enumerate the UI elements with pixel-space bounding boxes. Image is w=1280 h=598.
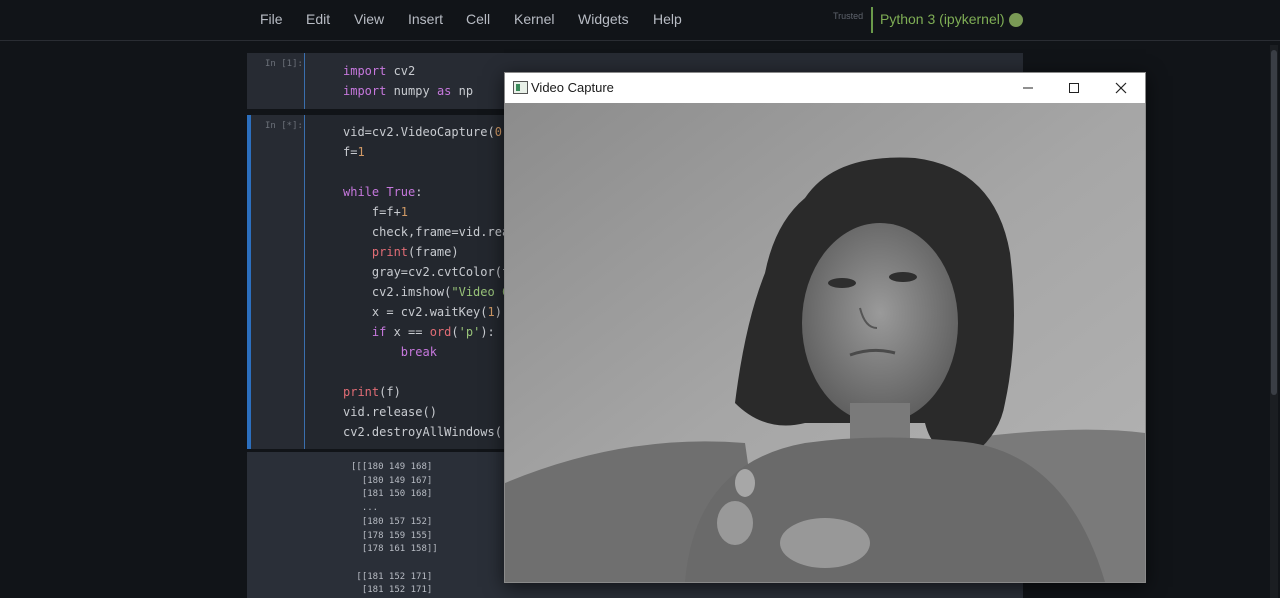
code-line: print(f)	[343, 385, 401, 399]
window-title: Video Capture	[531, 80, 614, 95]
output-line: [181 150 168]	[351, 489, 433, 500]
code-line: cv2.destroyAllWindows()	[343, 425, 510, 439]
code-line: print(frame)	[371, 245, 459, 259]
kernel-separator	[871, 7, 873, 33]
code-line: x = cv2.waitKey(1)	[343, 305, 502, 319]
webcam-image	[505, 103, 1145, 582]
video-frame	[505, 103, 1145, 582]
code-line: break	[400, 345, 437, 359]
menu-insert[interactable]: Insert	[408, 11, 443, 27]
output-line: ...	[351, 503, 379, 514]
code-line: f=1	[343, 145, 365, 159]
code-line: check,frame=vid.read(	[343, 225, 524, 239]
cell-prompt: In [*]:	[265, 121, 303, 131]
app-icon	[513, 81, 528, 94]
code-line: if x == ord('p'):	[371, 325, 495, 339]
output-line: [178 159 155]	[351, 530, 433, 541]
output-line: [180 149 167]	[351, 475, 433, 486]
menu-edit[interactable]: Edit	[306, 11, 330, 27]
output-line: [[[180 149 168]	[351, 462, 433, 472]
code-line: f=f+1	[343, 205, 409, 219]
minimize-button[interactable]	[1005, 73, 1051, 102]
cell-prompt: In [1]:	[265, 59, 303, 69]
kernel-name[interactable]: Python 3 (ipykernel)	[880, 11, 1005, 27]
maximize-button[interactable]	[1051, 73, 1097, 102]
close-icon	[1115, 82, 1127, 93]
output-line: [180 157 152]	[351, 516, 433, 527]
code-line: cv2.imshow("Video Cap	[343, 285, 524, 299]
scrollbar-thumb[interactable]	[1271, 50, 1277, 395]
menu-view[interactable]: View	[354, 11, 384, 27]
code-line: vid.release()	[343, 405, 437, 419]
menu-widgets[interactable]: Widgets	[578, 11, 629, 27]
output-line: [178 161 158]]	[351, 544, 438, 555]
selected-cell-indicator	[247, 115, 251, 449]
code-line: gray=cv2.cvtColor(fra	[343, 265, 524, 279]
trusted-indicator[interactable]: Trusted	[833, 11, 863, 21]
code-line: vid=cv2.VideoCapture(0)	[343, 125, 509, 139]
output-line: [[181 152 171]	[351, 571, 433, 582]
close-button[interactable]	[1098, 73, 1144, 102]
menu-kernel[interactable]: Kernel	[514, 11, 554, 27]
video-capture-window[interactable]: Video Capture	[504, 72, 1146, 583]
maximize-icon	[1069, 82, 1079, 93]
menu-file[interactable]: File	[260, 11, 283, 27]
code-line: import numpy as np	[343, 84, 474, 98]
minimize-icon	[1023, 87, 1033, 88]
code-line: import cv2	[343, 64, 416, 78]
menu-help[interactable]: Help	[653, 11, 682, 27]
menu-bar: File Edit View Insert Cell Kernel Widget…	[0, 0, 1280, 41]
code-line: while True:	[343, 185, 423, 199]
output-line: [181 152 171]	[351, 585, 433, 596]
menu-cell[interactable]: Cell	[466, 11, 490, 27]
kernel-status-icon	[1009, 13, 1023, 27]
